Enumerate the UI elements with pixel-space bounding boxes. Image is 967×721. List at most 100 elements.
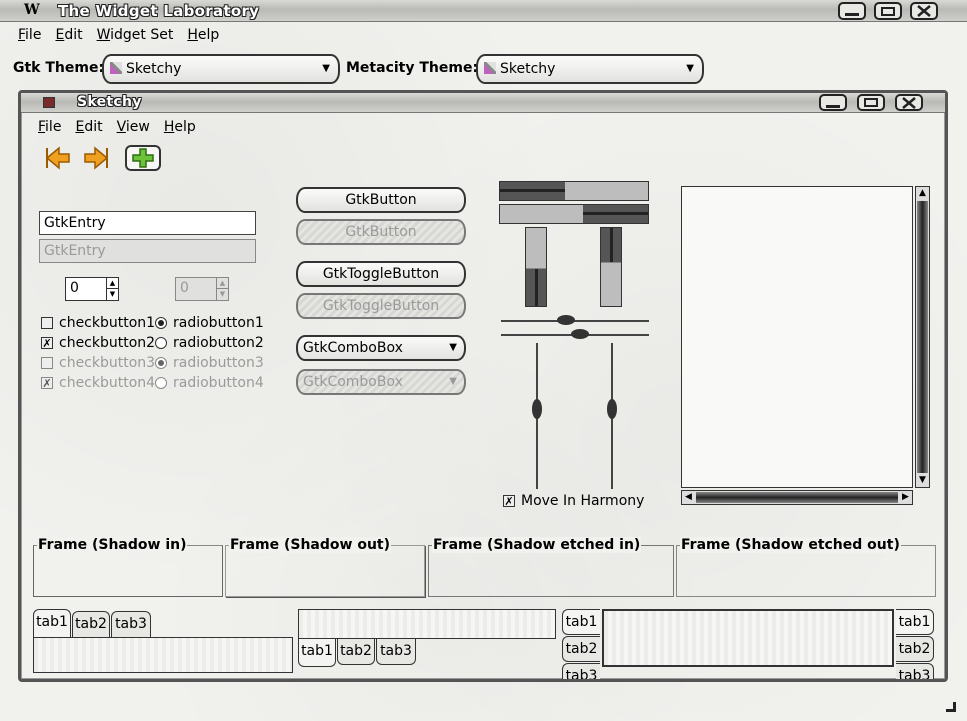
gtk-entry[interactable]: GtkEntry [39, 211, 256, 235]
preview-menu-file-rest: ile [45, 119, 62, 135]
close-icon [902, 96, 916, 109]
menu-widget-set[interactable]: Widget Set [90, 24, 181, 46]
tab-top-1[interactable]: tab1 [33, 609, 71, 637]
notebook-bottom-page [298, 609, 556, 639]
vscale-1[interactable] [531, 343, 543, 489]
toolbar-add-button[interactable] [125, 145, 161, 171]
tab-bottom-2[interactable]: tab2 [337, 639, 375, 665]
metacity-theme-combo[interactable]: Sketchy ▼ [476, 54, 704, 84]
frame-shadow-etched-out-label: Frame (Shadow etched out) [680, 537, 901, 553]
preview-close-button[interactable] [895, 94, 923, 111]
toolbar-back-button[interactable] [45, 146, 73, 174]
scale-slider[interactable] [557, 315, 575, 325]
resize-grip[interactable] [940, 696, 958, 714]
app-icon[interactable]: W [24, 2, 40, 18]
progress-highlight [500, 189, 566, 192]
app-titlebar[interactable]: W The Widget Laboratory [0, 0, 967, 22]
hscale-1[interactable] [501, 315, 649, 327]
frame-shadow-in: Frame (Shadow in) [33, 537, 223, 597]
notebook-left-right: tab1 tab2 tab3 tab1 tab2 tab3 [562, 609, 936, 679]
radiobutton1-label: radiobutton1 [173, 315, 264, 331]
scale-slider[interactable] [532, 399, 542, 419]
preview-titlebar[interactable]: Sketchy [21, 93, 945, 113]
chevron-down-icon: ▼ [686, 63, 694, 74]
preview-menu-help[interactable]: Help [157, 116, 203, 138]
tab-left-2[interactable]: tab2 [562, 636, 600, 662]
tab-bottom-3[interactable]: tab3 [376, 639, 416, 665]
minimize-button[interactable] [838, 2, 866, 20]
gtk-button[interactable]: GtkButton [296, 187, 466, 213]
gtk-toggle-button[interactable]: GtkToggleButton [296, 261, 466, 287]
tab-bottom-1[interactable]: tab1 [298, 639, 336, 667]
preview-menu-view[interactable]: View [110, 116, 157, 138]
maximize-button[interactable] [874, 2, 902, 20]
gtk-entry-disabled: GtkEntry [39, 239, 256, 263]
scale-slider[interactable] [607, 399, 617, 419]
radiobutton2[interactable]: radiobutton2 [155, 333, 264, 353]
menu-help[interactable]: Help [180, 24, 226, 46]
spin-button-disabled: 0 ▲ ▼ [175, 277, 229, 301]
close-button[interactable] [910, 2, 938, 20]
gtk-theme-combo[interactable]: Sketchy ▼ [102, 54, 340, 84]
tab-left-1[interactable]: tab1 [562, 609, 600, 635]
add-icon [132, 148, 154, 168]
radiobutton1[interactable]: radiobutton1 [155, 313, 264, 333]
window-menu-icon[interactable] [43, 97, 55, 108]
scroll-left-icon[interactable]: ◀ [682, 491, 695, 504]
hscale-2[interactable] [501, 329, 649, 341]
spin-button[interactable]: 0 ▲ ▼ [65, 277, 119, 301]
tab-top-2[interactable]: tab2 [72, 611, 110, 637]
checkbutton1[interactable]: checkbutton1 [41, 313, 155, 333]
tab-right-1[interactable]: tab1 [896, 609, 934, 635]
preview-menu-view-rest: iew [125, 119, 150, 135]
preview-menu-view-mnemonic: V [116, 119, 126, 135]
app-title: The Widget Laboratory [58, 2, 260, 20]
forward-arrow-icon [84, 146, 109, 170]
checkbutton2[interactable]: ✗ checkbutton2 [41, 333, 155, 353]
scrollbar-thumb[interactable] [917, 201, 928, 473]
preview-menu-help-mnemonic: H [163, 119, 175, 135]
metacity-theme-value: Sketchy [500, 61, 556, 77]
checkbox-checked: ✗ [41, 376, 53, 390]
tab-left-3[interactable]: tab3 [562, 663, 600, 679]
menu-widget-set-mnemonic: W [96, 27, 111, 43]
preview-maximize-button[interactable] [857, 94, 885, 111]
preview-menubar: File Edit View Help [31, 116, 203, 138]
radio-unselected [155, 377, 167, 389]
scroll-up-icon[interactable]: ▲ [916, 187, 929, 200]
spin-down-disabled: ▼ [216, 289, 228, 300]
horizontal-scrollbar[interactable]: ◀ ▶ [681, 490, 913, 505]
menu-file-rest: ile [25, 27, 42, 43]
tab-right-2[interactable]: tab2 [896, 636, 934, 662]
scroll-right-icon[interactable]: ▶ [899, 491, 912, 504]
preview-minimize-button[interactable] [819, 94, 847, 111]
vscale-2[interactable] [606, 343, 618, 489]
toolbar-forward-button[interactable] [81, 146, 109, 174]
vprogress-2 [600, 227, 622, 307]
tab-top-3[interactable]: tab3 [111, 611, 151, 637]
text-view[interactable] [681, 186, 913, 488]
spin-up-button[interactable]: ▲ [106, 278, 118, 289]
resize-grip-mark [946, 702, 956, 712]
preview-menu-edit[interactable]: Edit [68, 116, 109, 138]
scroll-down-icon[interactable]: ▼ [916, 474, 929, 487]
spin-down-button[interactable]: ▼ [106, 289, 118, 300]
gtk-combo-box[interactable]: GtkComboBox ▼ [296, 335, 466, 361]
vertical-scrollbar[interactable]: ▲ ▼ [915, 186, 930, 488]
preview-menu-help-rest: elp [174, 119, 196, 135]
scrollbar-thumb[interactable] [696, 492, 898, 503]
tab-right-3[interactable]: tab3 [896, 663, 934, 679]
hprogress-1 [499, 181, 649, 201]
menu-edit[interactable]: Edit [48, 24, 89, 46]
preview-menu-file[interactable]: File [31, 116, 68, 138]
app-menubar: File Edit Widget Set Help [11, 24, 226, 46]
chevron-down-icon: ▼ [322, 63, 330, 74]
menu-file[interactable]: File [11, 24, 48, 46]
progress-highlight [610, 228, 613, 263]
metacity-theme-label: Metacity Theme: [346, 60, 479, 76]
chevron-down-icon: ▼ [449, 342, 457, 353]
move-in-harmony-check[interactable]: ✗ Move In Harmony [503, 491, 644, 511]
checkbutton4-label: checkbutton4 [59, 375, 156, 391]
spin-value-disabled: 0 [180, 280, 189, 296]
scale-slider[interactable] [571, 329, 589, 339]
